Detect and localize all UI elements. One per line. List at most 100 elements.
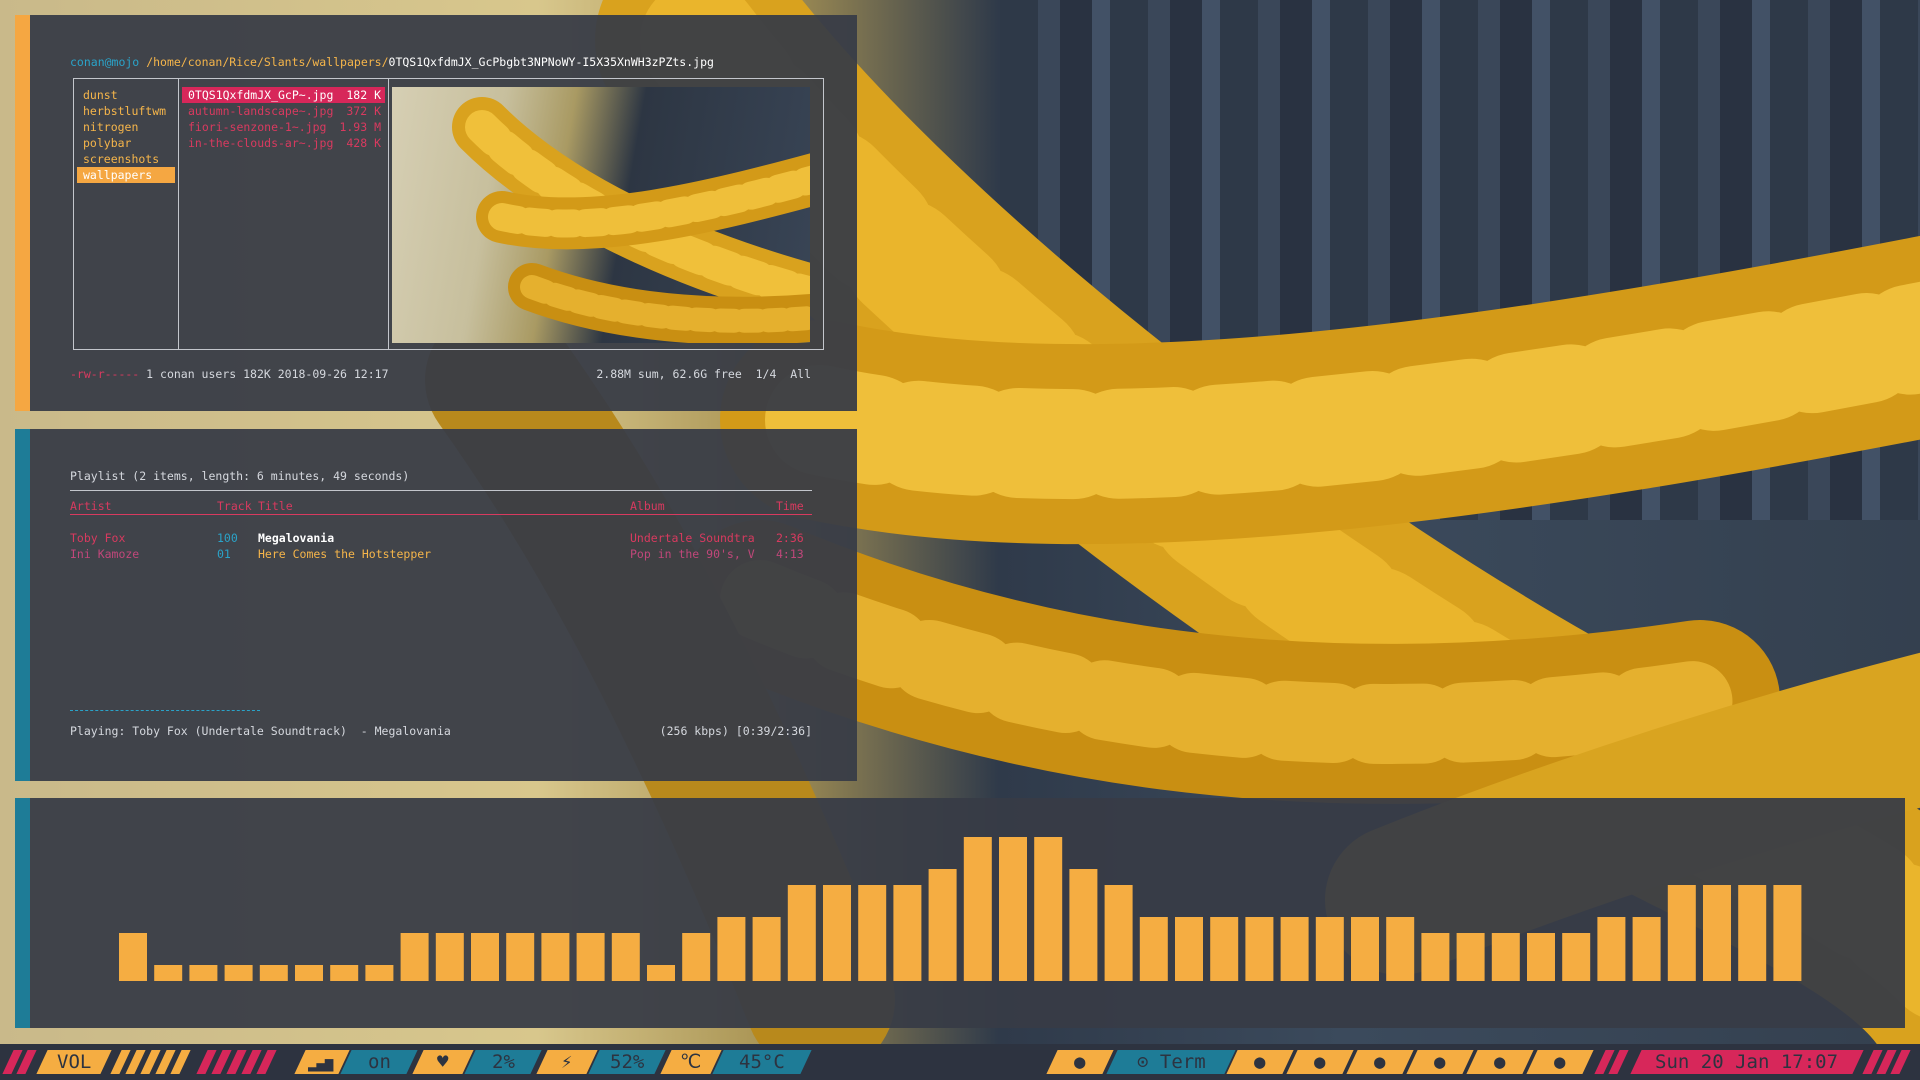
visualizer-bar (1315, 917, 1344, 981)
playlist-row[interactable]: Ini Kamoze 01 Here Comes the Hotstepper … (70, 547, 812, 563)
workspace-term-active[interactable]: ⊙ Term (1106, 1050, 1236, 1074)
workspace-dot-icon: ● (1554, 1051, 1566, 1073)
visualizer-bar (435, 933, 464, 981)
visualizer-bar (717, 917, 746, 981)
workspace-term-text: Term (1159, 1051, 1206, 1073)
wifi-icon: ▂▄▆ (308, 1056, 334, 1072)
visualizer-bar (1104, 885, 1133, 981)
visualizer-bar (295, 965, 323, 981)
ranger-file-item[interactable]: in-the-clouds-ar~.jpg 428 K (182, 135, 385, 151)
column-time[interactable]: Time (776, 499, 804, 513)
ranger-status-line: -rw-r----- 1 conan users 182K 2018-09-26… (70, 367, 389, 381)
column-track[interactable]: Track (217, 499, 252, 513)
temp-segment[interactable]: 45°C (712, 1050, 812, 1074)
cpu-icon-segment[interactable]: ♥ (412, 1050, 474, 1074)
audio-visualizer-window (15, 798, 1905, 1028)
volume-label: VOL (56, 1051, 92, 1073)
visualizer-bar (752, 917, 781, 981)
ranger-file-item-selected[interactable]: 0TQS1QxfdmJX_GcP~.jpg 182 K (182, 87, 385, 103)
visualizer-bar (224, 965, 253, 981)
visualizer-bar (1280, 917, 1309, 981)
visualizer-bar (1421, 933, 1450, 981)
clock-module[interactable]: Sun 20 Jan 17:07 (1630, 1050, 1864, 1074)
visualizer-bar (365, 965, 394, 981)
workspace-5[interactable]: ● (1346, 1050, 1414, 1074)
ranger-current-file: 0TQS1QxfdmJX_GcPbgbt3NPNoWY-I5X35XnWH3zP… (388, 55, 714, 69)
column-title[interactable]: Title (258, 499, 293, 513)
file-size: 372 K (346, 104, 381, 118)
column-artist[interactable]: Artist (70, 499, 112, 513)
visualizer-bar (1245, 917, 1274, 981)
workspace-dot-icon: ● (1314, 1051, 1326, 1073)
visualizer-bar (647, 965, 675, 981)
temperature: 45°C (739, 1051, 785, 1073)
track-time: 4:13 (776, 547, 804, 561)
track-title: Here Comes the Hotstepper (258, 547, 432, 561)
workspace-6[interactable]: ● (1406, 1050, 1474, 1074)
visualizer-bar (963, 837, 992, 981)
ranger-dir-item[interactable]: herbstluftwm (77, 103, 175, 119)
battery-segment[interactable]: 52% (588, 1050, 666, 1074)
visualizer-bar (259, 965, 288, 981)
file-name: fiori-senzone-1~.jpg (188, 120, 327, 134)
visualizer-bar (154, 965, 183, 981)
visualizer-bar (893, 885, 922, 981)
visualizer-bar (1738, 885, 1767, 981)
visualizer-bar (1456, 933, 1485, 981)
visualizer-bar (189, 965, 218, 981)
temp-icon-segment[interactable]: ℃ (660, 1050, 722, 1074)
ranger-dir-item[interactable]: polybar (77, 135, 175, 151)
visualizer-bar (471, 933, 499, 981)
track-artist: Ini Kamoze (70, 547, 140, 561)
cpu-usage: 2% (491, 1051, 515, 1073)
ranger-window[interactable]: conan@mojo /home/conan/Rice/Slants/wallp… (15, 15, 857, 411)
cpu-segment[interactable]: 2% (464, 1050, 542, 1074)
visualizer-bar (1069, 869, 1098, 981)
workspace-dot-icon: ● (1434, 1051, 1446, 1073)
file-name: 0TQS1QxfdmJX_GcP~.jpg (188, 88, 334, 102)
visualizer-bar (1527, 933, 1555, 981)
visualizer-bar (1034, 837, 1063, 981)
thermometer-icon: ℃ (680, 1051, 702, 1073)
visualizer-bar (1773, 885, 1802, 981)
workspace-term-label: ⊙ Term (1136, 1051, 1206, 1073)
workspace-3[interactable]: ● (1226, 1050, 1294, 1074)
wifi-status-segment[interactable]: on (340, 1050, 418, 1074)
visualizer-bar (611, 933, 640, 981)
cmus-window[interactable]: Playlist (2 items, length: 6 minutes, 49… (15, 429, 857, 781)
ranger-dir-item[interactable]: screenshots (77, 151, 175, 167)
visualizer-bar (1667, 885, 1696, 981)
playback-progress[interactable] (70, 710, 260, 711)
ranger-user-host: conan@mojo (70, 55, 140, 69)
visualizer-bar (400, 933, 429, 981)
visualizer-bar (999, 837, 1027, 981)
file-info: 1 conan users 182K 2018-09-26 12:17 (139, 367, 389, 381)
visualizer-bar (823, 885, 851, 981)
ranger-dir-item[interactable]: dunst (77, 87, 175, 103)
track-album: Pop in the 90's, V (630, 547, 755, 561)
file-permissions: -rw-r----- (70, 367, 140, 381)
ranger-disk-status: 2.88M sum, 62.6G free 1/4 All (596, 367, 811, 381)
track-artist: Toby Fox (70, 531, 126, 545)
file-name: autumn-landscape~.jpg (188, 104, 334, 118)
window-accent-bar (15, 429, 30, 781)
battery-icon-segment[interactable]: ⚡ (536, 1050, 598, 1074)
track-title: Megalovania (258, 531, 335, 545)
track-number: 01 (217, 547, 231, 561)
workspace-dot-icon: ● (1494, 1051, 1506, 1073)
workspace-4[interactable]: ● (1286, 1050, 1354, 1074)
playlist-row[interactable]: Toby Fox 100 Megalovania Undertale Sound… (70, 531, 812, 547)
window-accent-bar (15, 15, 30, 411)
ranger-dir-item[interactable]: nitrogen (77, 119, 175, 135)
column-album[interactable]: Album (630, 499, 665, 513)
volume-module[interactable]: VOL (36, 1050, 112, 1074)
workspace-7[interactable]: ● (1466, 1050, 1534, 1074)
visualizer-bar (787, 885, 816, 981)
ranger-file-item[interactable]: fiori-senzone-1~.jpg 1.93 M (182, 119, 385, 135)
visualizer-bar (1562, 933, 1591, 981)
ranger-dir-item-selected[interactable]: wallpapers (77, 167, 175, 183)
visualizer-bar (1597, 917, 1626, 981)
workspace-8[interactable]: ● (1526, 1050, 1594, 1074)
ranger-file-item[interactable]: autumn-landscape~.jpg 372 K (182, 103, 385, 119)
workspace-1[interactable]: ● (1046, 1050, 1114, 1074)
